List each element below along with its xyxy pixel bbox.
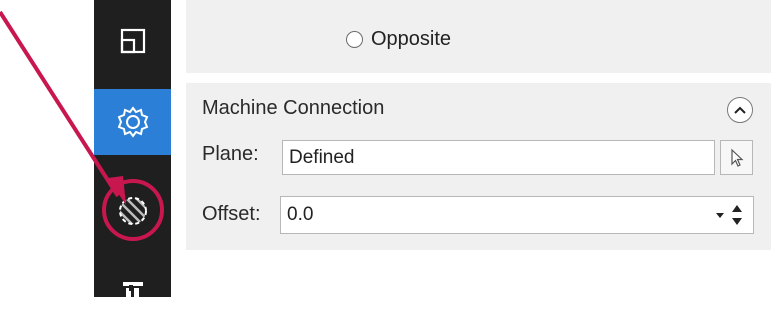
layout-icon: [120, 28, 145, 54]
gear-icon: [117, 106, 148, 138]
offset-stepper[interactable]: [715, 197, 743, 233]
offset-value: 0.0: [287, 204, 314, 225]
properties-panel: Opposite Machine Connection Plane: Defin…: [186, 0, 771, 297]
orientation-row: Opposite: [186, 0, 771, 73]
dropdown-arrow-icon[interactable]: [715, 211, 725, 219]
sidebar: [94, 0, 171, 302]
circle-hatched-icon: [118, 197, 147, 225]
offset-label: Offset:: [202, 203, 261, 225]
chevron-up-icon: [734, 106, 746, 114]
opposite-radio-label: Opposite: [371, 27, 452, 50]
tool-icon: [122, 282, 143, 302]
opposite-radio-option[interactable]: Opposite: [346, 24, 451, 54]
sidebar-item-stock[interactable]: [94, 178, 171, 244]
cursor-icon: [730, 148, 744, 167]
pick-plane-button[interactable]: [720, 140, 753, 175]
sidebar-item-layout[interactable]: [94, 8, 171, 74]
collapse-button[interactable]: [727, 97, 753, 123]
plane-value: Defined: [289, 146, 355, 168]
plane-field[interactable]: Defined: [282, 140, 715, 175]
section-title: Machine Connection: [202, 97, 385, 119]
opposite-radio[interactable]: [346, 30, 363, 48]
offset-input[interactable]: 0.0: [280, 196, 754, 234]
plane-label: Plane:: [202, 143, 259, 165]
sidebar-item-tool[interactable]: [94, 258, 171, 324]
spin-arrows-icon[interactable]: [731, 204, 743, 226]
sidebar-item-settings[interactable]: [94, 89, 171, 155]
